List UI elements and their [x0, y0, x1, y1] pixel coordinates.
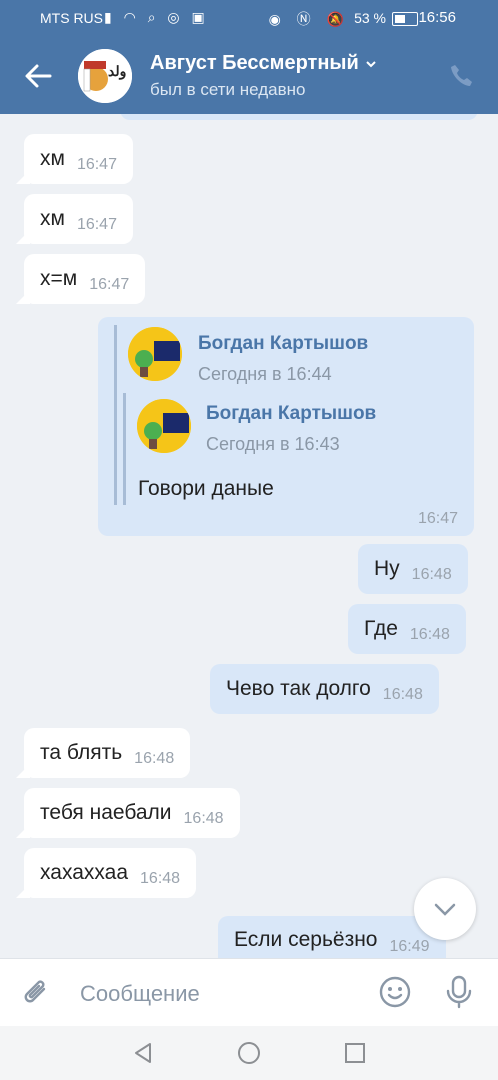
- message-time: 16:47: [89, 276, 130, 293]
- message-text: хм: [40, 147, 65, 170]
- message-time: 16:49: [389, 938, 430, 955]
- forward-text: Говори даные: [138, 477, 274, 500]
- message-time: 16:48: [382, 686, 423, 703]
- message-bubble[interactable]: хахаххаа 16:48: [24, 848, 197, 898]
- message-bubble[interactable]: Где 16:48: [348, 604, 466, 654]
- message-composer: Сообщение: [0, 958, 498, 1027]
- message-bubble[interactable]: Если серьёзно 16:49: [218, 916, 446, 958]
- emoji-icon[interactable]: [378, 975, 412, 1009]
- message-text: Если серьёзно: [234, 928, 378, 951]
- contact-name-text: Август Бессмертный: [150, 52, 359, 74]
- message-time: 16:47: [76, 216, 117, 233]
- message-bubble[interactable]: хм 16:47: [24, 134, 133, 184]
- forward-quote-bar-inner: [123, 393, 126, 505]
- message-time: 16:48: [140, 870, 181, 887]
- avatar[interactable]: ولد: [78, 49, 132, 103]
- forwarded-message[interactable]: Богдан Картышов Сегодня в 16:44 Богдан К…: [98, 317, 474, 536]
- message-text: хм: [40, 207, 65, 230]
- message-time: 16:47: [417, 510, 458, 527]
- forward-date-inner: Сегодня в 16:43: [206, 434, 340, 454]
- microphone-icon[interactable]: [444, 975, 474, 1009]
- battery-icon: [392, 12, 418, 26]
- message-text: Ну: [374, 557, 400, 580]
- status-bar: MTS RUS ▮ ◠ ⌕ ◎ ▣ ◉ Ⓝ 🔕 53 % 16:56: [0, 0, 498, 38]
- contact-name[interactable]: Август Бессмертный: [150, 52, 377, 75]
- message-list[interactable]: хм 16:47 хм 16:47 х=м 16:47 Богдан Карты…: [0, 114, 498, 958]
- forward-date: Сегодня в 16:44: [198, 364, 332, 384]
- chat-header: ولد Август Бессмертный был в сети недавн…: [0, 38, 498, 114]
- message-text: тебя наебали: [40, 801, 172, 824]
- phone-icon[interactable]: [448, 62, 476, 90]
- message-input[interactable]: Сообщение: [80, 981, 200, 1007]
- message-bubble[interactable]: Чево так долго 16:48: [210, 664, 439, 714]
- nav-recents-icon[interactable]: [342, 1040, 368, 1066]
- system-nav-bar: [0, 1026, 498, 1080]
- nav-back-icon[interactable]: [130, 1040, 156, 1066]
- avatar-text: ولد: [108, 63, 127, 79]
- message-text: та блять: [40, 741, 123, 764]
- message-time: 16:48: [411, 566, 452, 583]
- message-text: Где: [364, 617, 398, 640]
- message-time: 16:48: [134, 750, 175, 767]
- message-bubble[interactable]: х=м 16:47: [24, 254, 146, 304]
- chevron-down-icon: [366, 61, 376, 68]
- previous-message-edge: [120, 114, 478, 120]
- status-icons-left: ▮ ◠ ⌕ ◎ ▣: [104, 9, 209, 25]
- status-icons-right: ◉ Ⓝ 🔕: [268, 11, 350, 27]
- clock: 16:56: [418, 9, 456, 26]
- battery-percent: 53 %: [354, 10, 386, 26]
- forward-author-inner[interactable]: Богдан Картышов: [206, 403, 376, 425]
- message-bubble[interactable]: тебя наебали 16:48: [24, 788, 240, 838]
- message-text: Чево так долго: [226, 677, 371, 700]
- message-bubble[interactable]: та блять 16:48: [24, 728, 191, 778]
- attach-icon[interactable]: [22, 977, 52, 1009]
- forward-author[interactable]: Богдан Картышов: [198, 333, 368, 355]
- message-time: 16:48: [183, 810, 224, 827]
- message-input-placeholder: Сообщение: [80, 981, 200, 1006]
- carrier-label: MTS RUS: [40, 10, 103, 26]
- chevron-down-icon: [434, 903, 456, 916]
- forward-avatar[interactable]: [128, 327, 182, 381]
- message-time: 16:47: [76, 156, 117, 173]
- message-bubble[interactable]: Ну 16:48: [358, 544, 468, 594]
- message-text: хахаххаа: [40, 861, 129, 884]
- back-arrow-icon[interactable]: [22, 60, 54, 92]
- forward-quote-bar: [114, 325, 117, 505]
- forward-avatar-inner[interactable]: [137, 399, 191, 453]
- scroll-down-button[interactable]: [414, 878, 476, 940]
- contact-status: был в сети недавно: [150, 80, 306, 99]
- message-text: х=м: [40, 267, 78, 290]
- message-time: 16:48: [409, 626, 450, 643]
- message-bubble[interactable]: хм 16:47: [24, 194, 133, 244]
- nav-home-icon[interactable]: [236, 1040, 262, 1066]
